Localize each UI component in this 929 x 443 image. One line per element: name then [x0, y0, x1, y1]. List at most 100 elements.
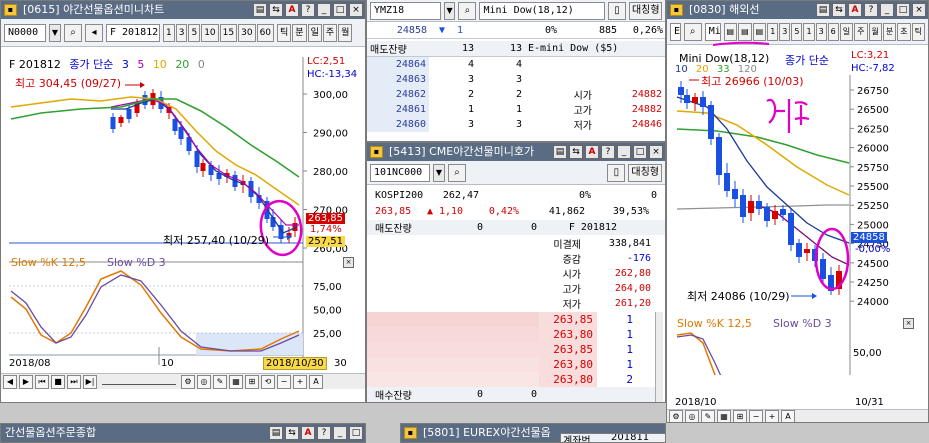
period-button-3[interactable]: 주: [322, 23, 338, 42]
orderbook-row[interactable]: 24860 3 3 저가 24846: [367, 116, 665, 132]
first-icon[interactable]: ⏮: [35, 374, 49, 389]
help-icon[interactable]: ?: [317, 426, 331, 440]
interval-button-5[interactable]: 5: [791, 22, 803, 41]
search-icon[interactable]: ⌕: [458, 1, 477, 20]
maximize-icon[interactable]: □: [349, 426, 363, 440]
prev-icon[interactable]: ◂: [85, 23, 103, 42]
bid-row[interactable]: 263,801: [367, 402, 657, 403]
bid-scrollbar[interactable]: [655, 312, 663, 402]
interval-button-30[interactable]: 30: [238, 23, 256, 42]
zoom-out-icon[interactable]: −: [749, 409, 763, 422]
copy-icon[interactable]: ▯: [607, 1, 626, 20]
close-icon[interactable]: ×: [649, 145, 663, 159]
interval-button-10[interactable]: 주: [854, 22, 868, 41]
zoom-in-icon[interactable]: +: [293, 374, 307, 389]
help-icon[interactable]: ?: [301, 3, 315, 17]
code-dropdown-icon[interactable]: ▼: [433, 163, 445, 182]
scroll-left-icon[interactable]: ◀: [3, 374, 17, 389]
tool-icon-1[interactable]: ⚙: [181, 374, 195, 389]
interval-button-14[interactable]: 틱: [911, 22, 925, 41]
bid-row[interactable]: 263,85 1: [367, 312, 657, 327]
window-titlebar[interactable]: ▪ [5413] CME야간선물미니호가 ▤ ⇆ A ? _ □ ×: [367, 143, 665, 161]
tool-icon-1[interactable]: ⚙: [669, 409, 683, 422]
interval-button-4[interactable]: 3: [779, 22, 791, 41]
symmetric-button[interactable]: 대칭형: [628, 163, 662, 182]
period-button-1[interactable]: 분: [292, 23, 307, 42]
zoom-out-icon[interactable]: −: [277, 374, 291, 389]
interval-button-9[interactable]: 일: [839, 22, 854, 41]
period-button-2[interactable]: 일: [307, 23, 322, 42]
window-titlebar[interactable]: ▪ [0615] 야간선물옵션미니차트 ▤ ⇆ A ? _ □ ×: [1, 1, 365, 19]
link-icon[interactable]: ⇆: [269, 3, 283, 17]
zoom-slider[interactable]: [102, 379, 176, 385]
font-icon[interactable]: A: [285, 3, 299, 17]
save-icon[interactable]: ▤: [816, 3, 830, 17]
interval-button-1[interactable]: 1: [163, 23, 175, 42]
code-input[interactable]: YMZ18: [370, 1, 441, 20]
font-icon[interactable]: A: [301, 426, 315, 440]
interval-button-0[interactable]: ▤: [723, 22, 738, 41]
link-icon[interactable]: ⇆: [832, 3, 846, 17]
interval-button-15[interactable]: 15: [219, 23, 238, 42]
font-icon[interactable]: A: [585, 145, 599, 159]
minimize-icon[interactable]: _: [333, 426, 347, 440]
tool-icon-4[interactable]: ▦: [229, 374, 243, 389]
minimize-icon[interactable]: _: [617, 145, 631, 159]
tool-icon-5[interactable]: ⊞: [733, 409, 747, 422]
last-icon[interactable]: ▶|: [83, 374, 97, 389]
interval-button-12[interactable]: 분: [882, 22, 897, 41]
search-icon[interactable]: ⌕: [448, 163, 466, 182]
code-input[interactable]: N0000: [4, 23, 46, 42]
maximize-icon[interactable]: □: [333, 3, 347, 17]
bid-row[interactable]: 263,85 1: [367, 342, 657, 357]
tool-icon-5[interactable]: ⊞: [245, 374, 259, 389]
stop-icon[interactable]: ■: [51, 374, 65, 389]
save-icon[interactable]: ▤: [253, 3, 267, 17]
search-icon[interactable]: ⌕: [64, 23, 82, 42]
interval-button-8[interactable]: 6: [827, 22, 839, 41]
orderbook-row[interactable]: 24864 4 4: [367, 56, 665, 72]
code-input[interactable]: 101NC000: [370, 163, 430, 182]
copy-icon[interactable]: ▯: [607, 163, 626, 182]
interval-button-11[interactable]: 월: [868, 22, 882, 41]
bid-row[interactable]: 263,801: [367, 357, 657, 372]
link-icon[interactable]: ⇆: [285, 426, 299, 440]
save-icon[interactable]: ▤: [553, 145, 567, 159]
font-size-icon[interactable]: A: [781, 409, 795, 422]
interval-button-60[interactable]: 60: [256, 23, 275, 42]
link-icon[interactable]: ⇆: [569, 145, 583, 159]
code-dropdown-icon[interactable]: ▼: [49, 23, 61, 42]
interval-button-3[interactable]: 1: [767, 22, 779, 41]
zoom-in-icon[interactable]: +: [765, 409, 779, 422]
interval-button-13[interactable]: 초: [897, 22, 911, 41]
interval-button-10[interactable]: 10: [201, 23, 219, 42]
close-icon[interactable]: ×: [912, 3, 926, 17]
interval-button-5[interactable]: 5: [188, 23, 201, 42]
window-titlebar[interactable]: ▪ [0830] 해외선 ▤ ⇆ A ? _ □ ×: [667, 1, 928, 19]
window-titlebar[interactable]: 간선물옵션주문종합 ▤ ⇆ A ? _ □: [1, 424, 365, 442]
scroll-right-icon[interactable]: ▶: [19, 374, 33, 389]
interval-button-3[interactable]: 3: [175, 23, 188, 42]
interval-button-7[interactable]: 3: [815, 22, 827, 41]
bid-row[interactable]: 263,80 2: [367, 372, 657, 387]
symmetric-button[interactable]: 대칭형: [628, 1, 662, 20]
tool-icon-3[interactable]: ✎: [213, 374, 227, 389]
osc-close-icon[interactable]: ×: [903, 318, 914, 329]
osc-close-icon[interactable]: ×: [343, 257, 354, 268]
code-input[interactable]: E18: [670, 22, 681, 41]
maximize-icon[interactable]: □: [896, 3, 910, 17]
help-icon[interactable]: ?: [864, 3, 878, 17]
tool-icon-6[interactable]: ⟲: [261, 374, 275, 389]
orderbook-row[interactable]: 24863 3 3: [367, 71, 665, 87]
save-icon[interactable]: ▤: [269, 426, 283, 440]
minimize-icon[interactable]: _: [880, 3, 894, 17]
orderbook-row[interactable]: 24862 2 2 시가 24882: [367, 86, 665, 102]
next-icon[interactable]: ⏭: [67, 374, 81, 389]
period-button-0[interactable]: 틱: [277, 23, 292, 42]
tool-icon-2[interactable]: ◎: [685, 409, 699, 422]
search-icon[interactable]: ⌕: [683, 22, 702, 41]
interval-button-6[interactable]: 1: [803, 22, 815, 41]
code-dropdown-icon[interactable]: ▼: [443, 1, 456, 20]
tool-icon-3[interactable]: ✎: [701, 409, 715, 422]
tool-icon-2[interactable]: ◎: [197, 374, 211, 389]
